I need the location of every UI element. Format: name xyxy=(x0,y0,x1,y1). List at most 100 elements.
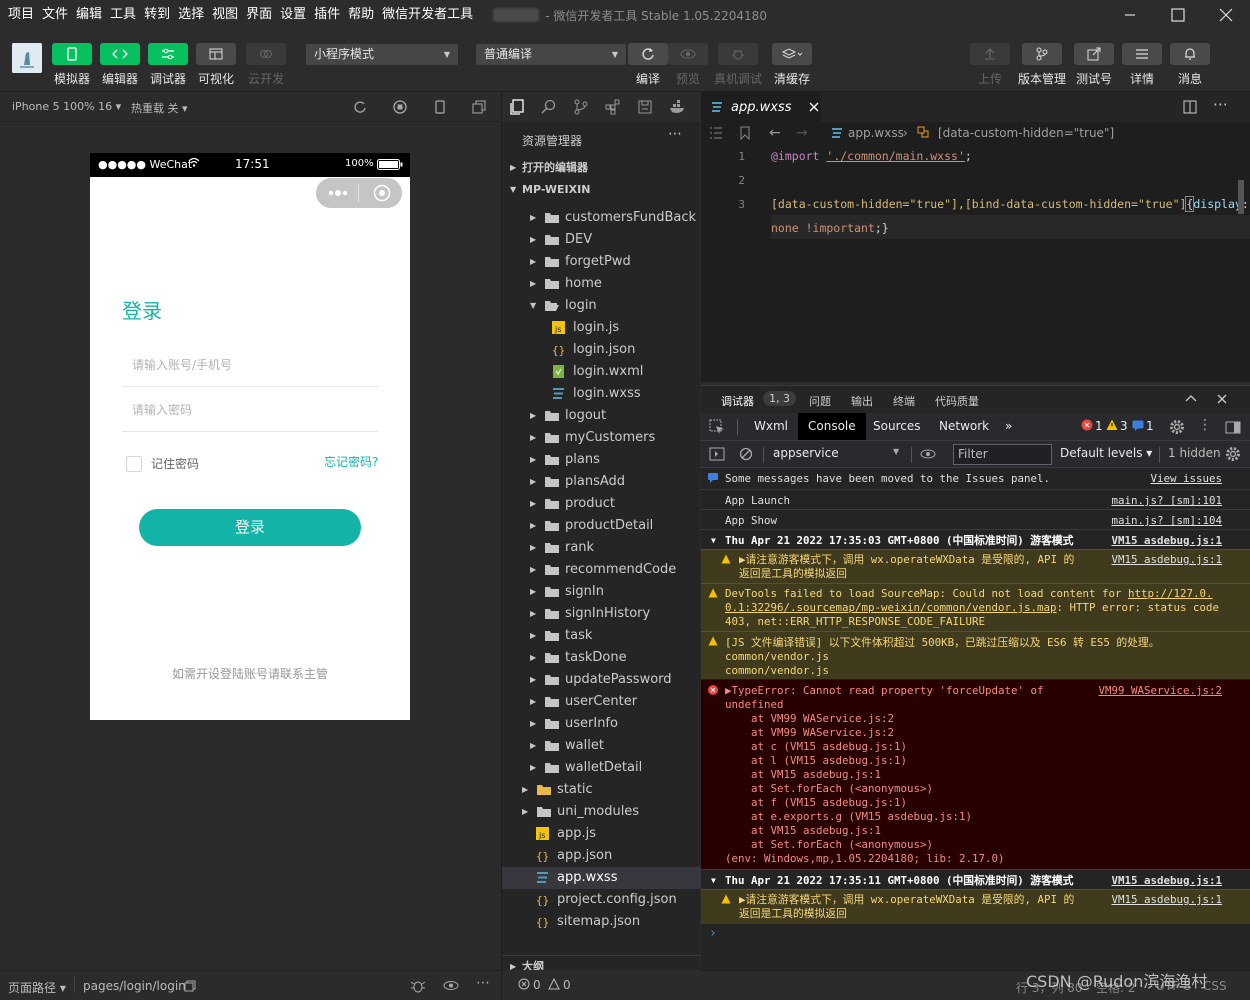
tab-wxml[interactable]: Wxml xyxy=(744,413,798,440)
console-group-header[interactable]: ▼ Thu Apr 21 2022 17:35:03 GMT+0800 (中国标… xyxy=(701,529,1250,549)
console-prompt[interactable]: › xyxy=(701,923,1250,943)
chevron-right-icon[interactable]: ▶ xyxy=(530,207,536,229)
folder-productdetail[interactable]: ▶ productDetail xyxy=(502,515,701,537)
chevron-right-icon[interactable]: ▶ xyxy=(530,625,536,647)
storage-icon[interactable] xyxy=(637,99,653,115)
chevron-down-icon[interactable]: ▼ xyxy=(530,295,536,317)
stack-frame[interactable]: at e.exports.g (VM15 asdebug.js:1) xyxy=(725,810,972,824)
tab-network[interactable]: Network xyxy=(929,413,999,440)
mode-select[interactable]: 小程序模式 ▼ xyxy=(306,44,458,65)
folder-rank[interactable]: ▶ rank xyxy=(502,537,701,559)
chevron-right-icon[interactable]: ▶ xyxy=(530,537,536,559)
source-control-icon[interactable] xyxy=(573,99,589,115)
remember-password-checkbox[interactable]: 记住密码 xyxy=(126,455,199,472)
chevron-right-icon[interactable]: ▶ xyxy=(530,427,536,449)
preview-button[interactable]: 预览 xyxy=(666,43,710,87)
tab-sources[interactable]: Sources xyxy=(863,413,930,440)
files-icon[interactable] xyxy=(509,99,525,115)
menu-item[interactable]: 文件 xyxy=(38,0,72,30)
rotate-icon[interactable] xyxy=(353,100,367,114)
more-icon[interactable]: ⋯ xyxy=(476,975,490,991)
mini-program-capsule[interactable] xyxy=(316,178,402,208)
settings-gear-icon[interactable] xyxy=(1169,419,1185,435)
open-editors-section[interactable]: ▶ 打开的编辑器 xyxy=(502,157,701,179)
warning-count-icon[interactable] xyxy=(1106,419,1118,431)
chevron-right-icon[interactable]: ▶ xyxy=(530,273,536,295)
version-control-button[interactable]: 版本管理 xyxy=(1018,43,1066,87)
tab-console[interactable]: Console xyxy=(798,413,866,440)
project-section[interactable]: ▼ MP-WEIXIN xyxy=(502,179,701,201)
compile-button[interactable]: 编译 xyxy=(626,43,670,87)
exit-target-icon[interactable] xyxy=(373,184,391,202)
code-editor[interactable]: 1 2 3 @import './common/main.wxss'; [dat… xyxy=(701,144,1250,382)
compile-mode-select[interactable]: 普通编译 ▼ xyxy=(476,44,626,65)
folder-signin[interactable]: ▶ signIn xyxy=(502,581,701,603)
inspect-element-icon[interactable] xyxy=(709,419,725,435)
page-path-label[interactable]: 页面路径 ▾ xyxy=(8,979,66,996)
debugger-toggle[interactable]: 调试器 xyxy=(146,43,190,87)
folder-walletdetail[interactable]: ▶ walletDetail xyxy=(502,757,701,779)
source-link[interactable]: VM15 asdebug.js:1 xyxy=(1111,534,1222,548)
folder-signinhistory[interactable]: ▶ signInHistory xyxy=(502,603,701,625)
source-link[interactable]: VM15 asdebug.js:1 xyxy=(1111,893,1222,907)
chevron-right-icon[interactable]: ▶ xyxy=(530,515,536,537)
source-link[interactable]: main.js? [sm]:101 xyxy=(1111,494,1222,508)
list-icon[interactable] xyxy=(709,127,723,139)
device-select[interactable]: iPhone 5 100% 16 ▾ xyxy=(12,100,121,113)
stack-frame[interactable]: at VM99 WAService.js:2 xyxy=(725,726,894,740)
source-link[interactable]: VM99 WAService.js:2 xyxy=(1098,684,1222,698)
messages-button[interactable]: 消息 xyxy=(1168,43,1212,87)
file-app-js[interactable]: js app.js xyxy=(502,823,701,845)
maximize-button[interactable] xyxy=(1154,0,1202,30)
folder-recommendcode[interactable]: ▶ recommendCode xyxy=(502,559,701,581)
file-app-wxss[interactable]: app.wxss xyxy=(502,867,701,889)
stack-frame[interactable]: at c (VM15 asdebug.js:1) xyxy=(725,740,907,754)
dock-icon[interactable] xyxy=(1225,419,1241,435)
menu-item[interactable]: 微信开发者工具 xyxy=(378,0,477,30)
problems-tab[interactable]: 问题 xyxy=(809,393,831,409)
hot-reload-toggle[interactable]: 热重载 关 ▾ xyxy=(131,100,188,116)
real-device-debug-button[interactable]: 真机调试 xyxy=(714,43,762,87)
stack-frame[interactable]: at VM15 asdebug.js:1 xyxy=(725,824,881,838)
chevron-right-icon[interactable]: ▶ xyxy=(530,449,536,471)
checkbox-box[interactable] xyxy=(126,455,142,472)
folder-plansadd[interactable]: ▶ plansAdd xyxy=(502,471,701,493)
chevron-right-icon[interactable]: ▶ xyxy=(530,691,536,713)
code-quality-tab[interactable]: 代码质量 xyxy=(935,393,979,409)
eye-icon[interactable] xyxy=(443,980,459,991)
menu-item[interactable]: 项目 xyxy=(4,0,38,30)
bookmark-icon[interactable] xyxy=(739,126,751,140)
chevron-right-icon[interactable]: ▶ xyxy=(530,405,536,427)
chevron-right-icon[interactable]: ▶ xyxy=(530,757,536,779)
source-link[interactable]: VM15 asdebug.js:1 xyxy=(1111,874,1222,888)
simulator-toggle[interactable]: 模拟器 xyxy=(50,43,94,87)
folder-login[interactable]: ▼ login xyxy=(502,295,701,317)
chevron-right-icon[interactable]: ▶ xyxy=(530,229,536,251)
file-project-config-json[interactable]: {} project.config.json xyxy=(502,889,701,911)
folder-logout[interactable]: ▶ logout xyxy=(502,405,701,427)
menu-item[interactable]: 选择 xyxy=(174,0,208,30)
account-input[interactable]: 请输入账号/手机号 xyxy=(122,343,378,387)
detach-window-icon[interactable] xyxy=(472,100,486,114)
user-avatar[interactable] xyxy=(12,43,42,73)
file-login-json[interactable]: {} login.json xyxy=(502,339,701,361)
source-link[interactable]: main.js? [sm]:104 xyxy=(1111,514,1222,528)
chevron-right-icon[interactable]: ▶ xyxy=(530,647,536,669)
details-button[interactable]: 详情 xyxy=(1120,43,1164,87)
stop-icon[interactable] xyxy=(393,100,407,114)
stack-frame[interactable]: at Set.forEach (<anonymous>) xyxy=(725,838,933,852)
terminal-tab[interactable]: 终端 xyxy=(893,393,915,409)
folder-uni-modules[interactable]: ▶ uni_modules xyxy=(502,801,701,823)
folder-product[interactable]: ▶ product xyxy=(502,493,701,515)
stack-frame[interactable]: at VM99 WAService.js:2 xyxy=(725,712,894,726)
live-expression-eye-icon[interactable] xyxy=(920,449,936,459)
test-account-button[interactable]: 测试号 xyxy=(1072,43,1116,87)
file-sitemap-json[interactable]: {} sitemap.json xyxy=(502,911,701,933)
split-editor-icon[interactable] xyxy=(1183,100,1197,114)
source-link[interactable]: VM15 asdebug.js:1 xyxy=(1111,553,1222,567)
console-group-header[interactable]: ▼ Thu Apr 21 2022 17:35:11 GMT+0800 (中国标… xyxy=(701,869,1250,889)
stack-frame[interactable]: at Set.forEach (<anonymous>) xyxy=(725,782,933,796)
chevron-right-icon[interactable]: ▶ xyxy=(530,471,536,493)
chevron-right-icon[interactable]: ▶ xyxy=(530,713,536,735)
chevron-right-icon[interactable]: ▶ xyxy=(530,669,536,691)
